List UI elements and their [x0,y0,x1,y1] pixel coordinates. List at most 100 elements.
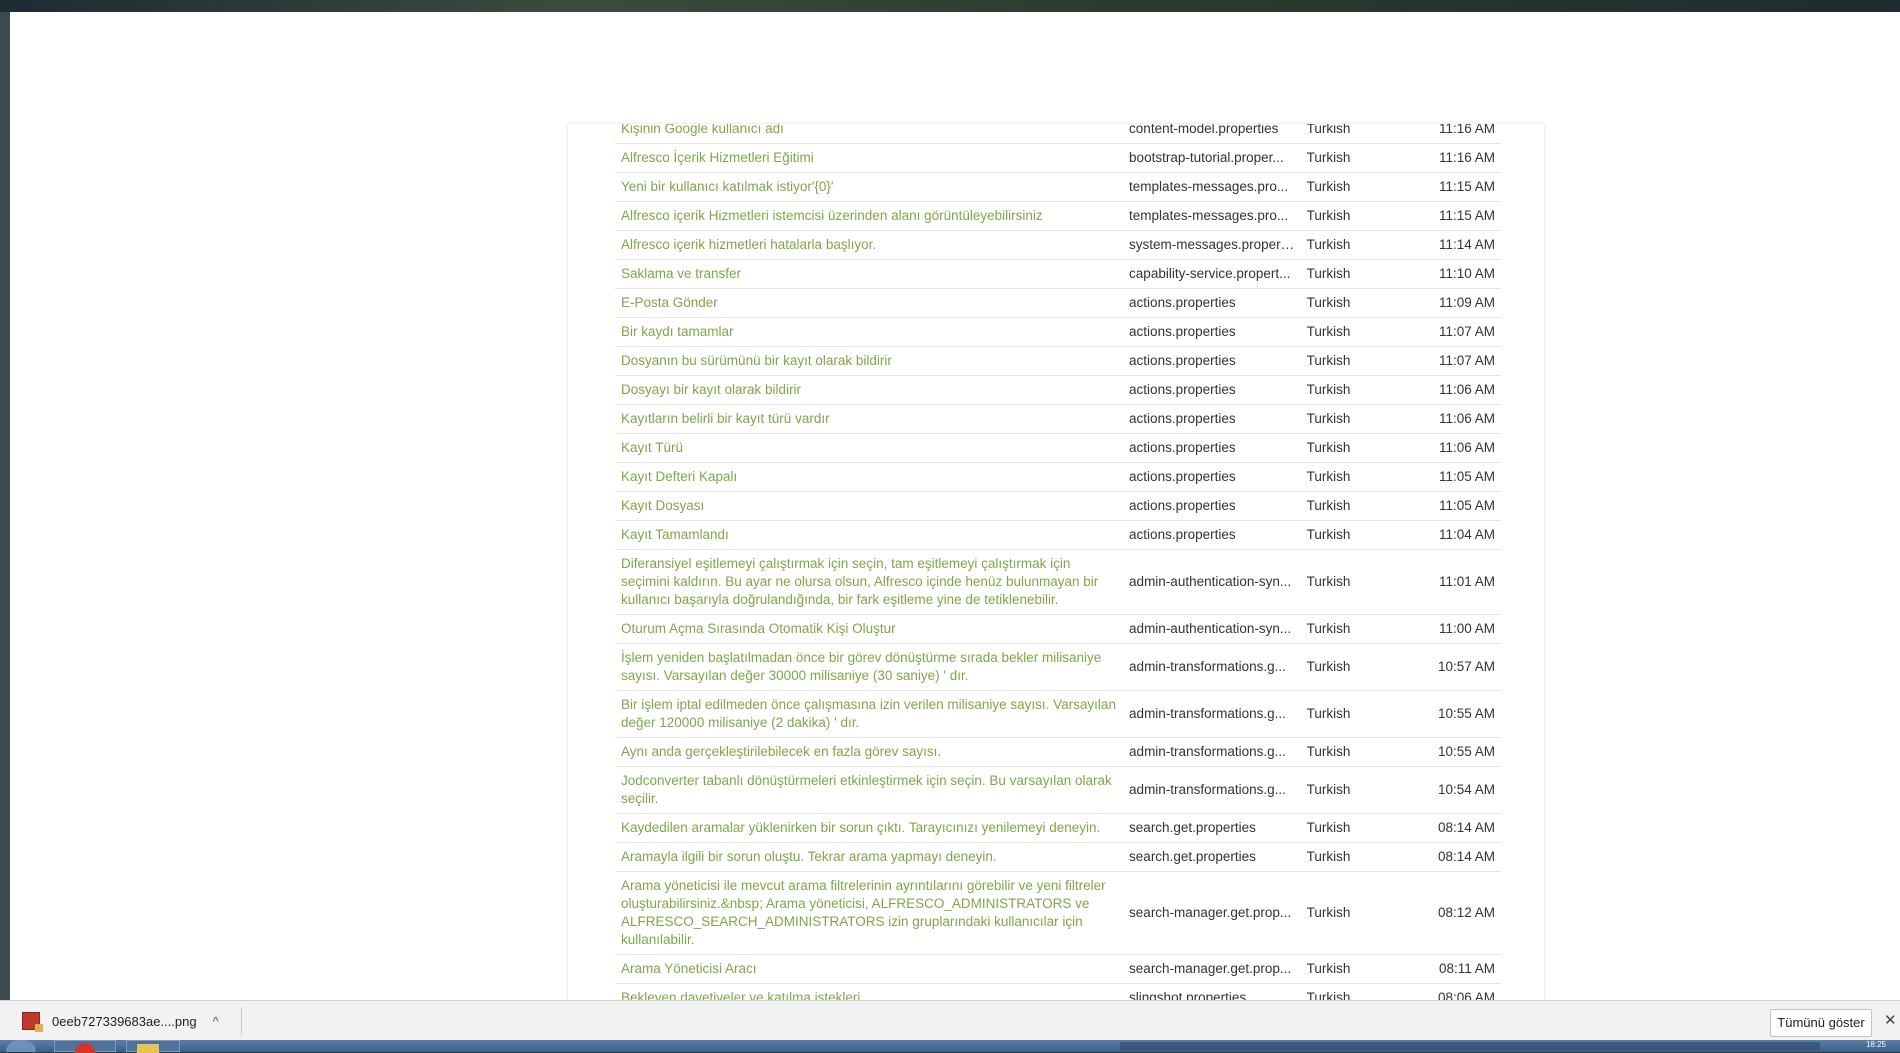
file-cell: system-messages.propert... [1123,230,1301,260]
message-cell: Bekleyen davetiyeler ve katılma istekler… [615,983,1124,1000]
message-cell: Kayıt Türü [615,433,1124,463]
file-cell: templates-messages.pro... [1123,172,1301,202]
message-cell: Kaydedilen aramalar yüklenirken bir soru… [615,813,1124,843]
taskbar-folder-app[interactable] [126,1040,180,1053]
message-link[interactable]: Aynı anda gerçekleştirilebilecek en fazl… [621,744,941,759]
file-cell: search-manager.get.prop... [1123,871,1301,955]
time-cell: 08:14 AM [1416,842,1501,872]
message-link[interactable]: Kayıt Dosyası [621,498,704,513]
time-cell: 11:06 AM [1416,375,1501,405]
table-row: Yeni bir kullanıcı katılmak istiyor'{0}'… [615,172,1501,202]
table-row: Kayıtların belirli bir kayıt türü vardır… [615,404,1501,434]
file-cell: actions.properties [1123,404,1301,434]
message-cell: Bir kaydı tamamlar [615,317,1124,347]
language-cell: Turkish [1300,491,1417,521]
language-cell: Turkish [1300,433,1417,463]
download-file-name: 0eeb727339683ae....png [52,1013,197,1029]
message-link[interactable]: Bir kaydı tamamlar [621,324,734,339]
time-cell: 08:06 AM [1416,983,1501,1000]
message-link[interactable]: Bir işlem iptal edilmeden önce çalışması… [621,697,1116,730]
time-cell: 08:11 AM [1416,954,1501,984]
table-row: Bir kaydı tamamlar actions.properties Turk… [615,317,1501,347]
file-cell: actions.properties [1123,375,1301,405]
time-cell: 11:07 AM [1416,346,1501,376]
table-row: Kişinin Google kullanıcı adı content-mode… [615,124,1501,144]
file-cell: search-manager.get.prop... [1123,954,1301,984]
downloads-bar: 0eeb727339683ae....png ^ Tümünü göster ✕ [0,1000,1900,1041]
message-link[interactable]: Kayıt Tamamlandı [621,527,729,542]
taskbar-browser-app[interactable] [54,1040,116,1053]
message-link[interactable]: Alfresco içerik Hizmetleri istemcisi üze… [621,208,1043,223]
message-link[interactable]: İşlem yeniden başlatılmadan önce bir gör… [621,650,1101,683]
time-cell: 11:09 AM [1416,288,1501,318]
image-file-icon [22,1012,43,1032]
message-cell: Diferansiyel eşitlemeyi çalıştırmak için… [615,549,1124,615]
table-scroll-area[interactable]: Kişinin Google kullanıcı adı content-mode… [568,124,1544,1000]
table-row: Jodconverter tabanlı dönüştürmeleri etki… [615,766,1501,814]
file-cell: search.get.properties [1123,813,1301,843]
time-cell: 11:16 AM [1416,124,1501,144]
start-button[interactable] [6,1040,36,1052]
message-link[interactable]: Kişinin Google kullanıcı adı [621,124,784,136]
message-link[interactable]: Yeni bir kullanıcı katılmak istiyor'{0}' [621,179,834,194]
message-link[interactable]: Dosyayı bir kayıt olarak bildirir [621,382,801,397]
message-cell: Kayıt Dosyası [615,491,1124,521]
table-row: Alfresco içerik Hizmetleri istemcisi üze… [615,201,1501,231]
message-cell: Arama yöneticisi ile mevcut arama filtre… [615,871,1124,955]
time-cell: 11:05 AM [1416,491,1501,521]
download-item[interactable]: 0eeb727339683ae....png ^ [22,1007,242,1035]
message-link[interactable]: Arama yöneticisi ile mevcut arama filtre… [621,878,1106,947]
language-cell: Turkish [1300,766,1417,814]
table-row: Aynı anda gerçekleştirilebilecek en fazl… [615,737,1501,767]
time-cell: 11:10 AM [1416,259,1501,289]
table-row: Kayıt Defteri Kapalı actions.properties Tu… [615,462,1501,492]
message-link[interactable]: Alfresco İçerik Hizmetleri Eğitimi [621,150,814,165]
message-link[interactable]: Bekleyen davetiyeler ve katılma istekler… [621,990,860,1000]
message-link[interactable]: E-Posta Gönder [621,295,718,310]
time-cell: 08:12 AM [1416,871,1501,955]
table-row: Kayıt Dosyası actions.properties Turkish 11… [615,491,1501,521]
chevron-up-icon[interactable]: ^ [213,1014,219,1029]
message-link[interactable]: Diferansiyel eşitlemeyi çalıştırmak için… [621,556,1098,607]
message-link[interactable]: Aramayla ilgili bir sorun oluştu. Tekrar… [621,849,997,864]
language-cell: Turkish [1300,737,1417,767]
message-cell: Alfresco içerik Hizmetleri istemcisi üze… [615,201,1124,231]
message-link[interactable]: Arama Yöneticisi Aracı [621,961,757,976]
language-cell: Turkish [1300,143,1417,173]
table-row: Kaydedilen aramalar yüklenirken bir soru… [615,813,1501,843]
table-row: Alfresco İçerik Hizmetleri Eğitimi bootst… [615,143,1501,173]
file-cell: actions.properties [1123,433,1301,463]
page-viewport: Kişinin Google kullanıcı adı content-mode… [10,12,1900,1000]
message-link[interactable]: Dosyanın bu sürümünü bir kayıt olarak bi… [621,353,892,368]
language-cell: Turkish [1300,346,1417,376]
message-link[interactable]: Kaydedilen aramalar yüklenirken bir soru… [621,820,1100,835]
table-row: E-Posta Gönder actions.properties Turkish 1… [615,288,1501,318]
table-row: Arama yöneticisi ile mevcut arama filtre… [615,871,1501,955]
language-cell: Turkish [1300,549,1417,615]
translations-card: Kişinin Google kullanıcı adı content-mode… [568,124,1544,1000]
language-cell: Turkish [1300,520,1417,550]
show-all-downloads-button[interactable]: Tümünü göster [1770,1009,1872,1037]
message-link[interactable]: Alfresco içerik hizmetleri hatalarla baş… [621,237,876,252]
language-cell: Turkish [1300,201,1417,231]
file-cell: admin-authentication-syn... [1123,549,1301,615]
time-cell: 11:14 AM [1416,230,1501,260]
message-link[interactable]: Kayıt Defteri Kapalı [621,469,737,484]
language-cell: Turkish [1300,230,1417,260]
message-link[interactable]: Saklama ve transfer [621,266,741,281]
message-link[interactable]: Kayıtların belirli bir kayıt türü vardır [621,411,830,426]
message-link[interactable]: Jodconverter tabanlı dönüştürmeleri etki… [621,773,1112,806]
language-cell: Turkish [1300,172,1417,202]
time-cell: 11:00 AM [1416,614,1501,644]
message-link[interactable]: Oturum Açma Sırasında Otomatik Kişi Oluş… [621,621,896,636]
message-cell: Kayıt Defteri Kapalı [615,462,1124,492]
message-link[interactable]: Kayıt Türü [621,440,683,455]
message-cell: Dosyayı bir kayıt olarak bildirir [615,375,1124,405]
table-row: Saklama ve transfer capability-service.pr… [615,259,1501,289]
time-cell: 11:16 AM [1416,143,1501,173]
file-cell: actions.properties [1123,288,1301,318]
time-cell: 11:15 AM [1416,201,1501,231]
close-icon[interactable]: ✕ [1884,1011,1897,1029]
message-cell: Bir işlem iptal edilmeden önce çalışması… [615,690,1124,738]
file-cell: admin-transformations.g... [1123,737,1301,767]
